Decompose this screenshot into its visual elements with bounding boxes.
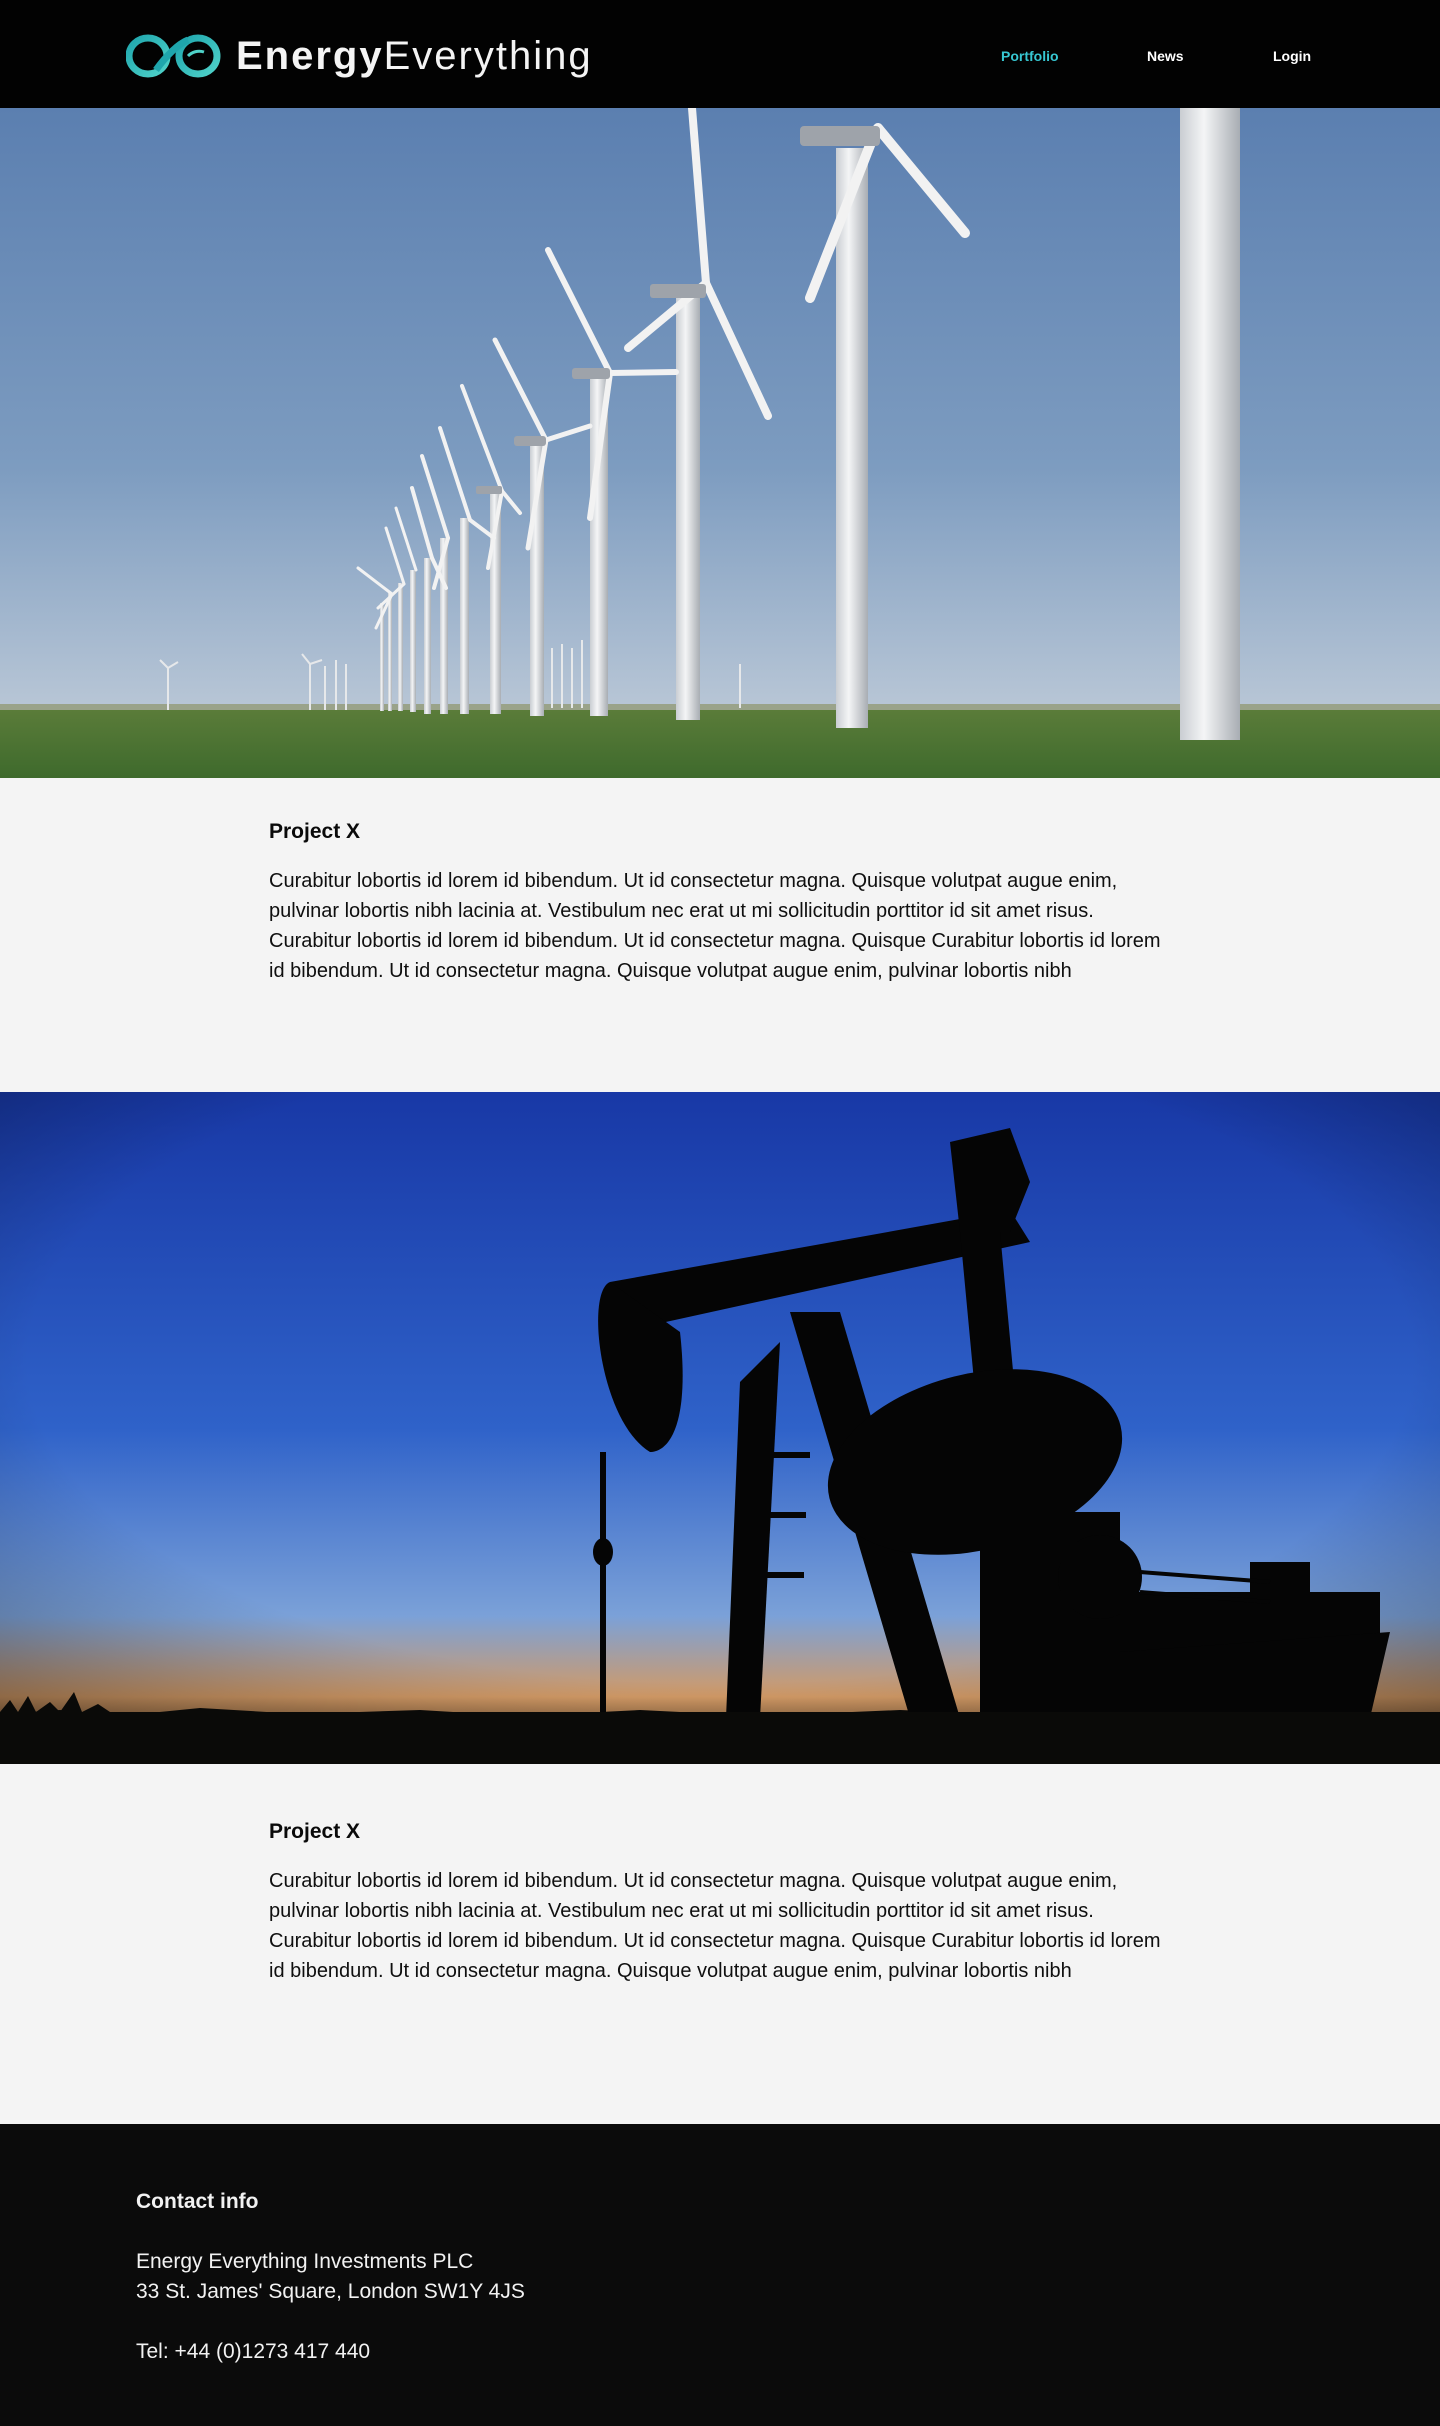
main-nav: Portfolio News Login [0,48,1440,70]
project-section: Project X Curabitur lobortis id lorem id… [0,778,1440,1092]
company-name: Energy Everything Investments PLC [136,2250,474,2273]
site-header: EnergyEverything Portfolio News Login [0,0,1440,108]
contact-info-title: Contact info [136,2190,259,2213]
oil-pumpjack-photo [0,1092,1440,1764]
site-footer: Contact info Energy Everything Investmen… [0,2124,1440,2426]
oil-pumpjack-image [0,1092,1440,1764]
project-title: Project X [269,1820,361,1843]
project-title: Project X [269,820,361,843]
project-section: Project X Curabitur lobortis id lorem id… [0,1764,1440,2124]
nav-news[interactable]: News [1147,48,1184,64]
wind-turbines-image [0,108,1440,778]
nav-login[interactable]: Login [1273,48,1311,64]
nav-portfolio[interactable]: Portfolio [1001,48,1059,64]
project-description: Curabitur lobortis id lorem id bibendum.… [269,870,1161,982]
company-phone[interactable]: Tel: +44 (0)1273 417 440 [136,2340,370,2364]
wind-turbines-photo [0,108,1440,778]
project-description: Curabitur lobortis id lorem id bibendum.… [269,1870,1161,1982]
company-address: 33 St. James' Square, London SW1Y 4JS [136,2280,525,2303]
